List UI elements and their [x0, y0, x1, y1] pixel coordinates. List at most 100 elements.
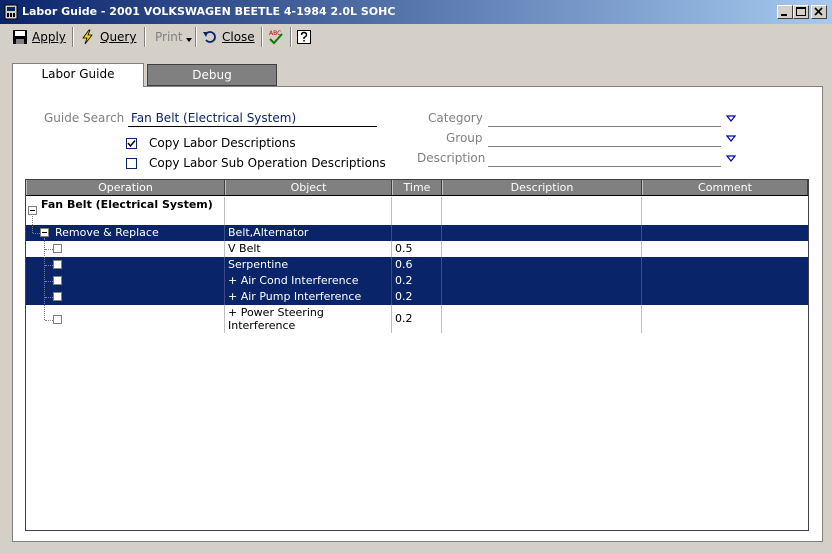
time-cell: 0.2 [392, 289, 442, 305]
toolbar-separator [195, 27, 197, 47]
tree-line [45, 281, 53, 282]
minimize-button[interactable] [777, 5, 793, 19]
object-cell: + Air Pump Interference [225, 289, 392, 305]
spellcheck-button[interactable]: ABC [267, 26, 289, 48]
dropdown-arrow-icon [185, 38, 192, 42]
description-cell [442, 257, 642, 273]
tab-labor-guide[interactable]: Labor Guide [12, 63, 144, 87]
maximize-icon [796, 7, 806, 16]
table-row[interactable]: + Power Steering Interference 0.2 [26, 305, 808, 333]
comment-cell [642, 241, 808, 257]
tab-debug[interactable]: Debug [147, 64, 277, 86]
copy-labor-descriptions-checkbox[interactable] [126, 138, 137, 149]
column-header-object[interactable]: Object [225, 180, 392, 195]
copy-sub-operation-descriptions-label: Copy Labor Sub Operation Descriptions [149, 156, 386, 170]
column-header-description[interactable]: Description [442, 180, 642, 195]
object-cell: + Power Steering Interference [225, 305, 392, 333]
group-dropdown-arrow-icon[interactable] [726, 135, 736, 143]
operation-cell: Remove & Replace [26, 225, 225, 241]
description-dropdown-arrow-icon[interactable] [726, 155, 736, 163]
description-cell [442, 225, 642, 241]
toolbar-separator [72, 27, 74, 47]
grid-header: Operation Object Time Description Commen… [26, 180, 808, 196]
tree-line [45, 265, 53, 266]
toolbar-separator [290, 27, 292, 47]
description-cell [442, 241, 642, 257]
apply-label: Apply [32, 30, 66, 44]
object-cell [225, 197, 392, 225]
toolbar: Apply Query Print Close ABC [0, 24, 832, 50]
toolbar-separator [144, 27, 146, 47]
group-label: Group [446, 131, 483, 145]
description-cell [442, 197, 642, 225]
object-cell: + Air Cond Interference [225, 273, 392, 289]
window-title: Labor Guide - 2001 VOLKSWAGEN BEETLE 4-1… [22, 5, 396, 18]
help-button[interactable] [296, 26, 316, 48]
app-icon [4, 4, 18, 20]
operations-grid: Operation Object Time Description Commen… [25, 179, 809, 531]
comment-cell [642, 257, 808, 273]
title-bar: Labor Guide - 2001 VOLKSWAGEN BEETLE 4-1… [0, 0, 832, 24]
time-cell: 0.2 [392, 305, 442, 333]
print-button[interactable]: Print [155, 26, 197, 48]
undo-icon [203, 31, 216, 43]
group-dropdown[interactable] [488, 131, 721, 147]
collapse-icon[interactable] [28, 206, 37, 215]
toolbar-separator [261, 27, 263, 47]
row-checkbox[interactable] [53, 276, 62, 285]
column-header-time[interactable]: Time [392, 180, 442, 195]
object-cell: V Belt [225, 241, 392, 257]
collapse-icon[interactable] [40, 228, 49, 237]
tree-line [45, 297, 53, 298]
checkmark-icon [127, 140, 136, 148]
table-row[interactable]: Fan Belt (Electrical System) [26, 197, 808, 225]
comment-cell [642, 197, 808, 225]
comment-cell [642, 305, 808, 333]
table-row[interactable]: Remove & Replace Belt,Alternator [26, 225, 808, 241]
help-icon [297, 30, 311, 44]
table-row[interactable]: + Air Cond Interference 0.2 [26, 273, 808, 289]
tree-line [33, 233, 40, 234]
query-label: Query [100, 30, 137, 44]
close-window-button[interactable] [811, 5, 827, 19]
tree-line [45, 249, 53, 250]
description-dropdown[interactable] [488, 151, 721, 167]
category-label: Category [428, 111, 483, 125]
comment-cell [642, 225, 808, 241]
close-icon [814, 7, 823, 16]
guide-search-field[interactable]: Fan Belt (Electrical System) [128, 111, 377, 127]
table-row[interactable]: + Air Pump Interference 0.2 [26, 289, 808, 305]
row-checkbox[interactable] [53, 292, 62, 301]
copy-sub-operation-descriptions-checkbox[interactable] [126, 158, 137, 169]
save-icon [13, 30, 27, 44]
time-cell: 0.6 [392, 257, 442, 273]
copy-labor-descriptions-label: Copy Labor Descriptions [149, 136, 296, 150]
print-label: Print [155, 30, 183, 44]
time-cell: 0.2 [392, 273, 442, 289]
comment-cell [642, 273, 808, 289]
tree-line [44, 238, 45, 320]
apply-button[interactable]: Apply [12, 26, 66, 48]
row-checkbox[interactable] [53, 244, 62, 253]
spellcheck-icon: ABC [269, 30, 283, 45]
maximize-button[interactable] [793, 5, 809, 19]
category-dropdown-arrow-icon[interactable] [726, 115, 736, 123]
guide-search-label: Guide Search [44, 111, 125, 125]
description-cell [442, 305, 642, 333]
column-header-operation[interactable]: Operation [26, 180, 225, 195]
object-cell: Serpentine [225, 257, 392, 273]
column-header-comment[interactable]: Comment [642, 180, 808, 195]
tree-line [45, 320, 53, 321]
description-cell [442, 289, 642, 305]
query-button[interactable]: Query [80, 26, 136, 48]
close-button[interactable]: Close [202, 26, 255, 48]
time-cell: 0.5 [392, 241, 442, 257]
table-row[interactable]: Serpentine 0.6 [26, 257, 808, 273]
row-checkbox[interactable] [53, 315, 62, 324]
minimize-icon [781, 14, 787, 16]
close-label: Close [222, 30, 255, 44]
category-dropdown[interactable] [488, 111, 721, 127]
row-checkbox[interactable] [53, 260, 62, 269]
operation-cell: Fan Belt (Electrical System) [26, 197, 225, 225]
table-row[interactable]: V Belt 0.5 [26, 241, 808, 257]
